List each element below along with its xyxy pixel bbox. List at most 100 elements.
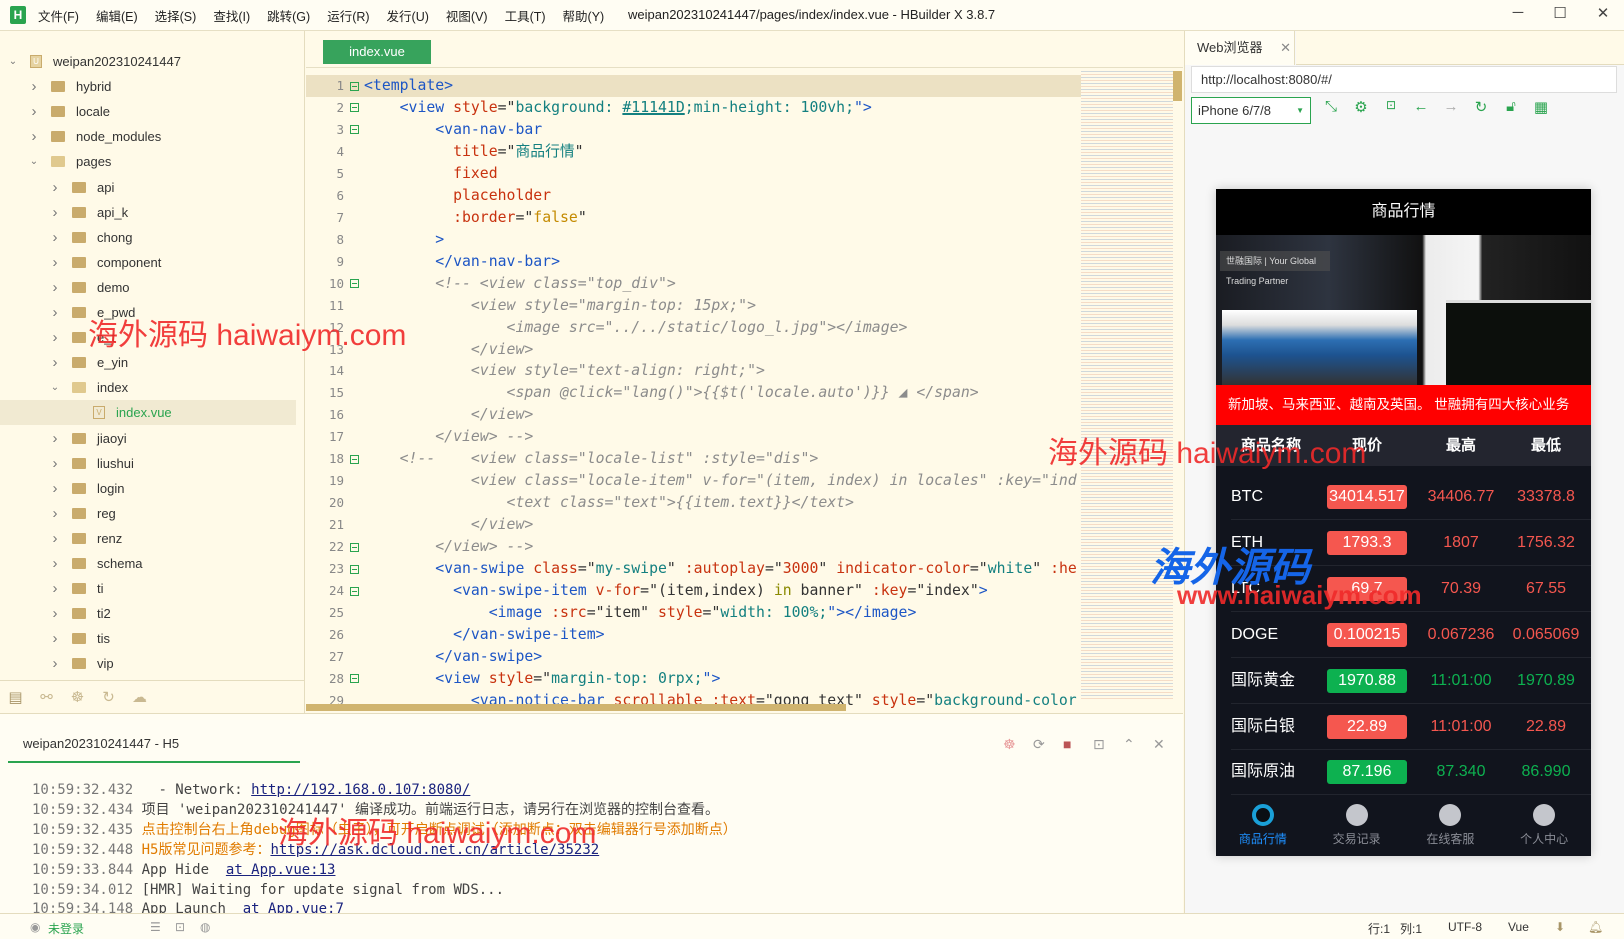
tree-item[interactable]: › login bbox=[0, 476, 296, 501]
chevron-right-icon[interactable]: › bbox=[50, 179, 60, 196]
menu-item[interactable]: 发行(U) bbox=[387, 6, 429, 25]
console-link[interactable]: at App.vue:13 bbox=[226, 862, 336, 878]
restart-icon[interactable]: ⟳ bbox=[1033, 736, 1045, 753]
quote-row[interactable]: DOGE 0.100215 0.067236 0.065069 bbox=[1216, 612, 1591, 658]
code-line[interactable]: 11 <view style="margin-top: 15px;"> bbox=[306, 295, 1081, 317]
chevron-down-icon[interactable]: ⌄ bbox=[8, 56, 18, 67]
line-number[interactable]: 9 bbox=[306, 251, 344, 273]
bell-icon[interactable]: 🔔︎ bbox=[1588, 920, 1603, 934]
vertical-scrollbar[interactable] bbox=[1173, 71, 1182, 101]
code-line[interactable]: 26 </van-swipe-item> bbox=[306, 624, 1081, 646]
tree-item[interactable]: › component bbox=[0, 250, 296, 275]
line-number[interactable]: 5 bbox=[306, 163, 344, 185]
tab-exchange[interactable]: 交易记录 bbox=[1310, 795, 1404, 856]
tree-item[interactable]: › chong bbox=[0, 225, 296, 250]
settings-icon[interactable]: ⚙ bbox=[1350, 98, 1372, 116]
menu-item[interactable]: 编辑(E) bbox=[96, 6, 138, 25]
quote-row[interactable]: 国际原油 87.196 87.340 86.990 bbox=[1216, 749, 1591, 796]
code-line[interactable]: 16 </view> bbox=[306, 404, 1081, 426]
update-icon[interactable]: ⬇ bbox=[1555, 920, 1565, 934]
menu-item[interactable]: 跳转(G) bbox=[267, 6, 310, 25]
tree-item[interactable]: › ti bbox=[0, 576, 296, 601]
console-icon[interactable]: ⊡ bbox=[1380, 98, 1402, 112]
chevron-right-icon[interactable]: › bbox=[50, 555, 60, 572]
tree-item[interactable]: › locale bbox=[0, 99, 296, 124]
chevron-right-icon[interactable]: › bbox=[50, 655, 60, 672]
code-line[interactable]: 4 title="商品行情" bbox=[306, 141, 1081, 163]
chevron-right-icon[interactable]: › bbox=[50, 329, 60, 346]
line-number[interactable]: 8 bbox=[306, 229, 344, 251]
clear-icon[interactable]: ✕ bbox=[1153, 736, 1165, 753]
code-line[interactable]: 24 <van-swipe-item v-for="(item,index) i… bbox=[306, 580, 1081, 602]
code-line[interactable]: 23 <van-swipe class="my-swipe" :autoplay… bbox=[306, 558, 1081, 580]
fold-icon[interactable] bbox=[350, 81, 359, 91]
close-icon[interactable]: ✕ bbox=[1280, 40, 1291, 55]
cloud-icon[interactable]: ☁ bbox=[124, 688, 155, 706]
menu-item[interactable]: 查找(I) bbox=[213, 6, 250, 25]
console-tab[interactable]: weipan202310241447 - H5 bbox=[8, 736, 300, 763]
maximize-button[interactable]: ☐ bbox=[1545, 4, 1575, 22]
chevron-right-icon[interactable]: › bbox=[50, 505, 60, 522]
project-icon[interactable]: ▤ bbox=[0, 688, 31, 706]
code-line[interactable]: 2 <view style="background: #11141D;min-h… bbox=[306, 97, 1081, 119]
run-icon[interactable]: ⚯ bbox=[31, 688, 62, 706]
code-line[interactable]: 1 <template> bbox=[306, 75, 1081, 97]
code-line[interactable]: 6 placeholder bbox=[306, 185, 1081, 207]
fold-icon[interactable] bbox=[350, 586, 359, 596]
line-number[interactable]: 10 bbox=[306, 273, 344, 295]
fold-icon[interactable] bbox=[350, 564, 359, 574]
code-line[interactable]: 17 </view> --> bbox=[306, 426, 1081, 448]
chevron-right-icon[interactable]: › bbox=[50, 430, 60, 447]
code-line[interactable]: 25 <image :src="item" style="width: 100%… bbox=[306, 602, 1081, 624]
code-line[interactable]: 15 <span @click="lang()">{{$t('locale.au… bbox=[306, 382, 1081, 404]
chevron-right-icon[interactable]: › bbox=[50, 204, 60, 221]
tab-headset[interactable]: 在线客服 bbox=[1404, 795, 1498, 856]
terminal-icon[interactable]: ⊡ bbox=[175, 920, 185, 934]
code-line[interactable]: 10 <!-- <view class="top_div"> bbox=[306, 273, 1081, 295]
chevron-right-icon[interactable]: › bbox=[50, 279, 60, 296]
code-line[interactable]: 12 <image src="../../static/logo_l.jpg">… bbox=[306, 317, 1081, 339]
tree-item[interactable]: › reg bbox=[0, 501, 296, 526]
line-number[interactable]: 14 bbox=[306, 360, 344, 382]
menu-item[interactable]: 选择(S) bbox=[155, 6, 197, 25]
menu-item[interactable]: 文件(F) bbox=[38, 6, 79, 25]
fold-icon[interactable] bbox=[350, 674, 359, 684]
tree-item[interactable]: › ti2 bbox=[0, 601, 296, 626]
line-number[interactable]: 2 bbox=[306, 97, 344, 119]
line-number[interactable]: 3 bbox=[306, 119, 344, 141]
line-number[interactable]: 18 bbox=[306, 448, 344, 470]
resize-icon[interactable]: ⤡ bbox=[1320, 98, 1342, 115]
quote-row[interactable]: 国际白银 22.89 11:01:00 22.89 bbox=[1216, 704, 1591, 750]
code-line[interactable]: 18 <!-- <view class="locale-list" :style… bbox=[306, 448, 1081, 470]
code-line[interactable]: 19 <view class="locale-item" v-for="(ite… bbox=[306, 470, 1081, 492]
url-input[interactable]: http://localhost:8080/#/ bbox=[1191, 66, 1617, 93]
fold-icon[interactable] bbox=[350, 542, 359, 552]
forward-icon[interactable]: → bbox=[1440, 98, 1462, 115]
menu-item[interactable]: 运行(R) bbox=[327, 6, 369, 25]
tree-item[interactable]: › hybrid bbox=[0, 74, 296, 99]
tab-index-vue[interactable]: index.vue bbox=[323, 40, 431, 64]
close-button[interactable]: ✕ bbox=[1588, 4, 1618, 22]
tree-item[interactable]: Vindex.vue bbox=[0, 400, 296, 426]
chevron-up-icon[interactable]: ⌃ bbox=[1123, 736, 1135, 753]
line-number[interactable]: 6 bbox=[306, 185, 344, 207]
chevron-right-icon[interactable]: › bbox=[29, 78, 39, 95]
line-number[interactable]: 20 bbox=[306, 492, 344, 514]
tree-item[interactable]: ⌄ Uweipan202310241447 bbox=[0, 49, 296, 74]
horizontal-scrollbar[interactable] bbox=[306, 704, 846, 711]
chevron-right-icon[interactable]: › bbox=[29, 128, 39, 145]
code-editor[interactable]: index.vue 1 <template> 2 <view style="back… bbox=[306, 31, 1183, 713]
line-number[interactable]: 7 bbox=[306, 207, 344, 229]
chevron-right-icon[interactable]: › bbox=[50, 530, 60, 547]
minimize-button[interactable]: ─ bbox=[1503, 4, 1533, 21]
tab-web-browser[interactable]: Web浏览器 ✕ bbox=[1185, 31, 1295, 65]
banner-swipe[interactable]: 世融国际 | Your Global Trading Partner bbox=[1216, 235, 1591, 385]
refresh-icon[interactable]: ↻ bbox=[1470, 98, 1492, 116]
list-icon[interactable]: ☰ bbox=[150, 920, 161, 934]
line-number[interactable]: 4 bbox=[306, 141, 344, 163]
fold-icon[interactable] bbox=[350, 103, 359, 113]
language-mode[interactable]: Vue bbox=[1508, 920, 1529, 934]
menu-item[interactable]: 视图(V) bbox=[446, 6, 488, 25]
user-icon[interactable]: ◉ bbox=[30, 920, 40, 934]
code-line[interactable]: 27 </van-swipe> bbox=[306, 646, 1081, 668]
